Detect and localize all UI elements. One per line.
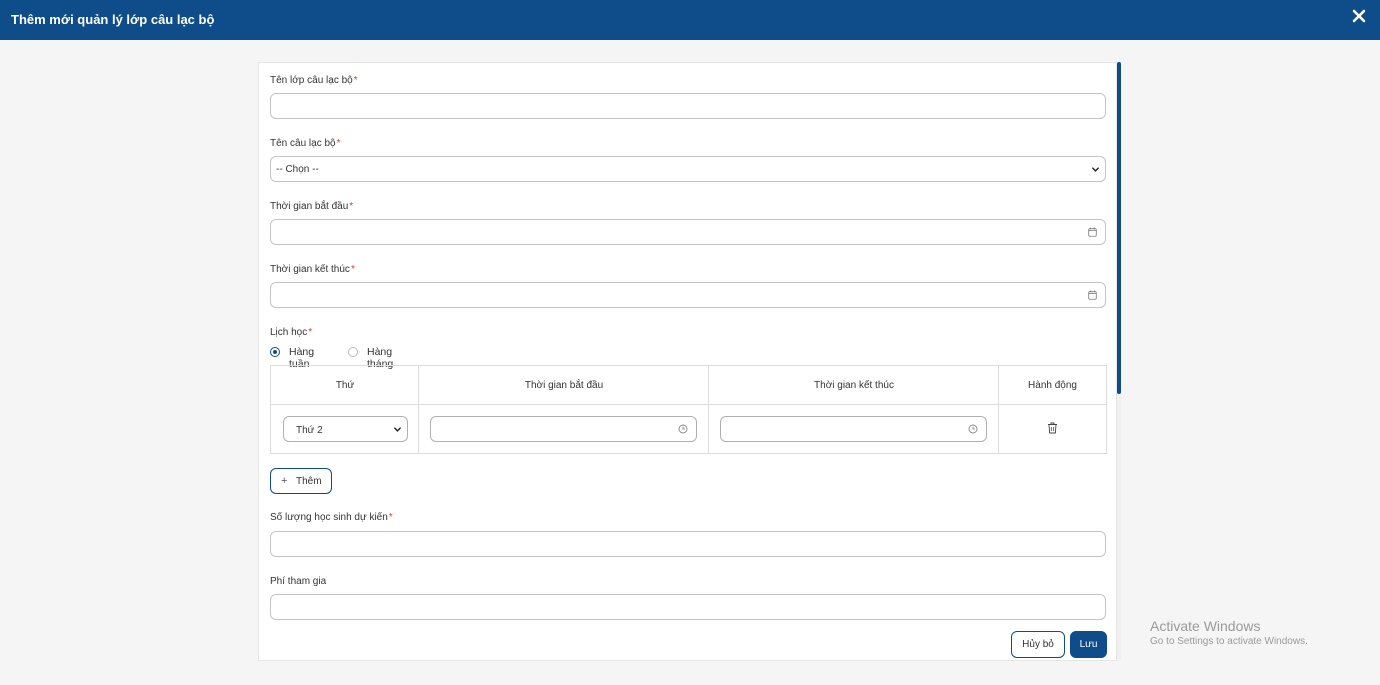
start-date-input[interactable] (270, 219, 1106, 245)
chevron-down-icon (394, 427, 401, 432)
clock-icon[interactable] (968, 424, 978, 434)
club-name-select[interactable]: -- Chọn -- (270, 156, 1106, 182)
scrollbar-thumb[interactable] (1117, 62, 1121, 394)
row-end-time-input[interactable] (720, 416, 987, 442)
save-button[interactable]: Lưu (1070, 631, 1107, 658)
form-card: Tên lớp câu lạc bộ* Tên câu lạc bộ* -- C… (258, 62, 1117, 661)
row-start-time-input[interactable] (430, 416, 697, 442)
schedule-table: Thứ Thời gian bắt đầu Thời gian kết thúc… (270, 365, 1107, 454)
table-col-divider (708, 366, 709, 453)
table-col-divider (998, 366, 999, 453)
clock-icon[interactable] (678, 424, 688, 434)
start-time-label: Thời gian bắt đầu* (270, 201, 354, 212)
end-date-input[interactable] (270, 282, 1106, 308)
class-name-label: Tên lớp câu lạc bộ* (270, 75, 358, 86)
calendar-icon[interactable] (1088, 290, 1097, 300)
scrollbar[interactable] (1117, 62, 1121, 661)
activate-windows-watermark: Activate Windows Go to Settings to activ… (1150, 618, 1308, 647)
modal-header: Thêm mới quản lý lớp câu lạc bộ (0, 0, 1380, 40)
col-header-day: Thứ (335, 379, 355, 391)
col-header-end: Thời gian kết thúc (814, 379, 894, 391)
class-name-input[interactable] (270, 93, 1106, 119)
radio-weekly[interactable] (270, 347, 280, 357)
schedule-label: Lịch học* (270, 327, 313, 338)
student-count-input[interactable] (270, 531, 1106, 557)
modal-title: Thêm mới quản lý lớp câu lạc bộ (11, 12, 215, 27)
col-header-start: Thời gian bắt đầu (524, 379, 604, 391)
end-time-label: Thời gian kết thúc* (270, 264, 355, 275)
calendar-icon[interactable] (1088, 227, 1097, 237)
fee-input[interactable] (270, 594, 1106, 620)
student-count-label: Số lượng học sinh dự kiến* (270, 512, 393, 523)
close-icon[interactable] (1350, 7, 1368, 25)
cancel-button[interactable]: Hủy bỏ (1011, 631, 1065, 658)
fee-label: Phí tham gia (270, 576, 327, 587)
chevron-down-icon (1092, 167, 1099, 172)
add-schedule-button[interactable]: + Thêm (270, 468, 332, 494)
club-name-label: Tên câu lạc bộ* (270, 138, 341, 149)
col-header-action: Hành động (1028, 379, 1077, 391)
table-divider (271, 404, 1106, 405)
trash-icon[interactable] (1047, 422, 1058, 434)
day-select[interactable]: Thứ 2 (283, 416, 408, 442)
plus-icon: + (281, 475, 288, 487)
table-col-divider (418, 366, 419, 453)
radio-monthly[interactable] (348, 347, 358, 357)
